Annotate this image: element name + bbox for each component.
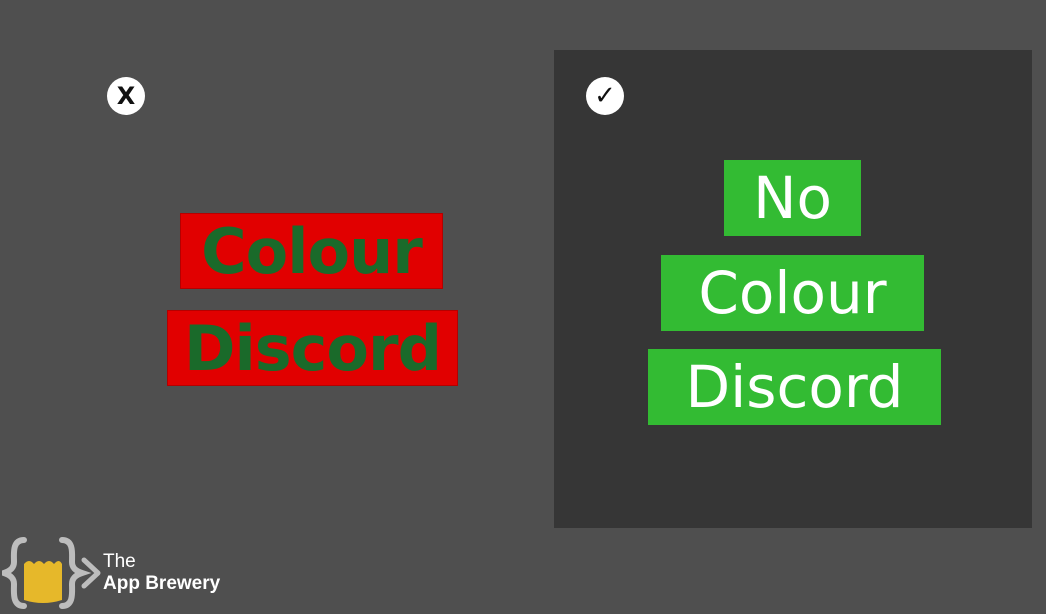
logo-line-app-brewery: App Brewery xyxy=(103,572,221,594)
bad-example-word-colour: Colour xyxy=(180,213,443,289)
app-brewery-logo: The App Brewery xyxy=(0,536,252,610)
good-example-word-no: No xyxy=(724,160,861,236)
good-example-word-discord: Discord xyxy=(648,349,941,425)
checkmark-icon: ✓ xyxy=(586,77,624,115)
logo-line-the: The xyxy=(103,551,136,572)
curly-braces-cup-logo-icon xyxy=(0,537,101,609)
bad-example-word-discord: Discord xyxy=(167,310,458,386)
logo-wordmark: The App Brewery xyxy=(103,551,220,595)
good-example-word-colour: Colour xyxy=(661,255,924,331)
cross-icon: X xyxy=(107,77,145,115)
